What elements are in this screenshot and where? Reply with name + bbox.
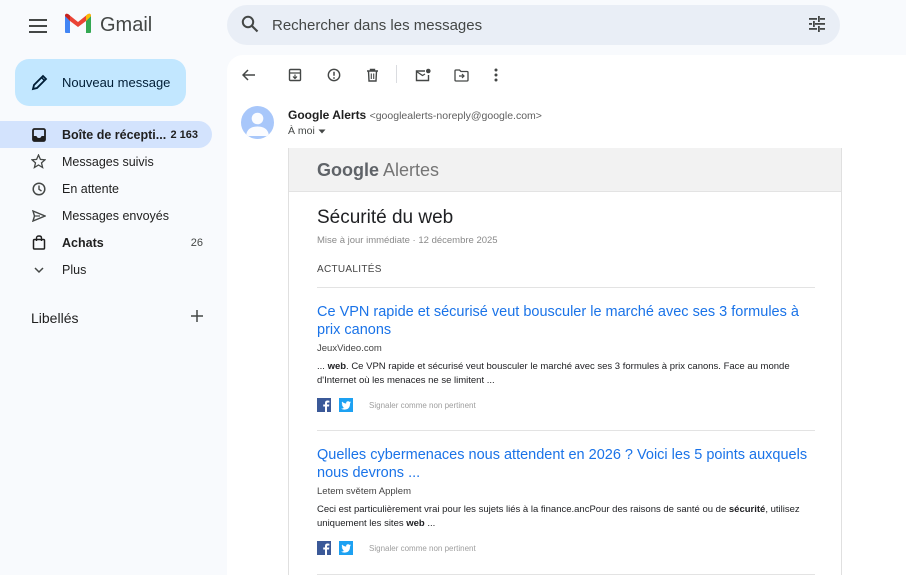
article-title-link[interactable]: Ce VPN rapide et sécurisé veut bousculer… bbox=[317, 303, 815, 339]
back-arrow-icon[interactable] bbox=[238, 66, 260, 84]
more-vert-icon[interactable] bbox=[485, 66, 507, 84]
gmail-logo[interactable]: Gmail bbox=[64, 12, 152, 39]
archive-icon[interactable] bbox=[284, 66, 306, 84]
shopping-icon bbox=[31, 235, 46, 250]
gmail-logo-text: Gmail bbox=[100, 14, 153, 36]
sidebar-item-purchases[interactable]: Achats 26 bbox=[0, 229, 215, 256]
sidebar-item-inbox[interactable]: Boîte de récepti... 2 163 bbox=[0, 121, 212, 148]
search-bar[interactable]: Rechercher dans les messages bbox=[227, 5, 840, 45]
move-to-icon[interactable] bbox=[450, 66, 472, 84]
search-input[interactable]: Rechercher dans les messages bbox=[272, 17, 482, 34]
sidebar-item-label: Plus bbox=[62, 262, 87, 277]
mark-unread-icon[interactable] bbox=[412, 66, 434, 84]
article-actions: Signaler comme non pertinent bbox=[317, 541, 815, 555]
alert-topic: Sécurité du web bbox=[317, 207, 454, 228]
section-label: ACTUALITÉS bbox=[317, 264, 382, 275]
divider bbox=[317, 430, 815, 431]
search-icon[interactable] bbox=[241, 15, 259, 38]
report-spam-icon[interactable] bbox=[323, 66, 345, 84]
recipient-dropdown[interactable]: À moi bbox=[288, 125, 326, 137]
chevron-down-icon bbox=[31, 262, 46, 277]
facebook-share-icon[interactable] bbox=[317, 541, 331, 555]
tune-icon[interactable] bbox=[808, 15, 826, 38]
message-view: Google Alerts <googlealerts-noreply@goog… bbox=[227, 55, 906, 575]
alert-meta: Mise à jour immédiate · 12 décembre 2025 bbox=[317, 235, 498, 246]
labels-heading: Libellés bbox=[31, 310, 79, 326]
google-alerts-logo: Google Alertes bbox=[317, 160, 439, 181]
delete-icon[interactable] bbox=[361, 66, 383, 84]
clock-icon bbox=[31, 181, 46, 196]
flag-irrelevant-link[interactable]: Signaler comme non pertinent bbox=[369, 401, 476, 410]
article-actions: Signaler comme non pertinent bbox=[317, 398, 815, 412]
unread-count: 26 bbox=[190, 236, 203, 249]
recipient-label: À moi bbox=[288, 125, 315, 137]
list-item: Ce VPN rapide et sécurisé veut bousculer… bbox=[317, 303, 815, 412]
facebook-share-icon[interactable] bbox=[317, 398, 331, 412]
main-menu-button[interactable] bbox=[22, 12, 54, 44]
article-snippet: Ceci est particulièrement vrai pour les … bbox=[317, 504, 800, 529]
gmail-m-icon bbox=[64, 12, 92, 39]
pencil-icon bbox=[31, 73, 49, 96]
divider bbox=[317, 287, 815, 288]
unread-count: 2 163 bbox=[170, 128, 198, 141]
twitter-share-icon[interactable] bbox=[339, 541, 353, 555]
sidebar-item-label: Messages envoyés bbox=[62, 208, 170, 223]
avatar[interactable] bbox=[241, 106, 274, 139]
article-source: JeuxVideo.com bbox=[317, 343, 382, 354]
sidebar-item-label: Achats bbox=[62, 235, 104, 250]
email-body: Google Alertes Sécurité du web Mise à jo… bbox=[288, 148, 842, 575]
star-icon bbox=[31, 154, 46, 169]
alerts-wordmark: Alertes bbox=[383, 160, 440, 180]
twitter-share-icon[interactable] bbox=[339, 398, 353, 412]
sidebar-item-label: Boîte de récepti... bbox=[62, 127, 167, 142]
send-icon bbox=[31, 208, 46, 223]
sender-email: <googlealerts-noreply@google.com> bbox=[369, 110, 542, 122]
sender-name[interactable]: Google Alerts bbox=[288, 108, 366, 122]
add-label-icon[interactable] bbox=[190, 309, 204, 328]
caret-down-icon bbox=[318, 125, 326, 137]
sender-line: Google Alerts <googlealerts-noreply@goog… bbox=[288, 108, 542, 122]
flag-irrelevant-link[interactable]: Signaler comme non pertinent bbox=[369, 544, 476, 553]
sidebar-nav: Boîte de récepti... 2 163 Messages suivi… bbox=[0, 121, 215, 283]
toolbar-divider bbox=[396, 65, 397, 83]
sidebar-item-starred[interactable]: Messages suivis bbox=[0, 148, 215, 175]
article-snippet: ... web. Ce VPN rapide et sécurisé veut … bbox=[317, 361, 790, 386]
alerts-header: Google Alertes bbox=[289, 148, 841, 192]
sidebar-item-sent[interactable]: Messages envoyés bbox=[0, 202, 215, 229]
compose-label: Nouveau message bbox=[62, 75, 171, 90]
compose-button[interactable]: Nouveau message bbox=[15, 59, 186, 106]
article-source: Letem světem Applem bbox=[317, 486, 411, 497]
google-wordmark: Google bbox=[317, 160, 379, 180]
hamburger-icon bbox=[29, 18, 47, 38]
inbox-icon bbox=[31, 127, 46, 142]
sidebar-item-label: En attente bbox=[62, 181, 119, 196]
sidebar-item-snoozed[interactable]: En attente bbox=[0, 175, 215, 202]
sidebar-item-label: Messages suivis bbox=[62, 154, 154, 169]
sidebar-item-more[interactable]: Plus bbox=[0, 256, 215, 283]
list-item: Quelles cybermenaces nous attendent en 2… bbox=[317, 446, 815, 555]
article-title-link[interactable]: Quelles cybermenaces nous attendent en 2… bbox=[317, 446, 815, 482]
